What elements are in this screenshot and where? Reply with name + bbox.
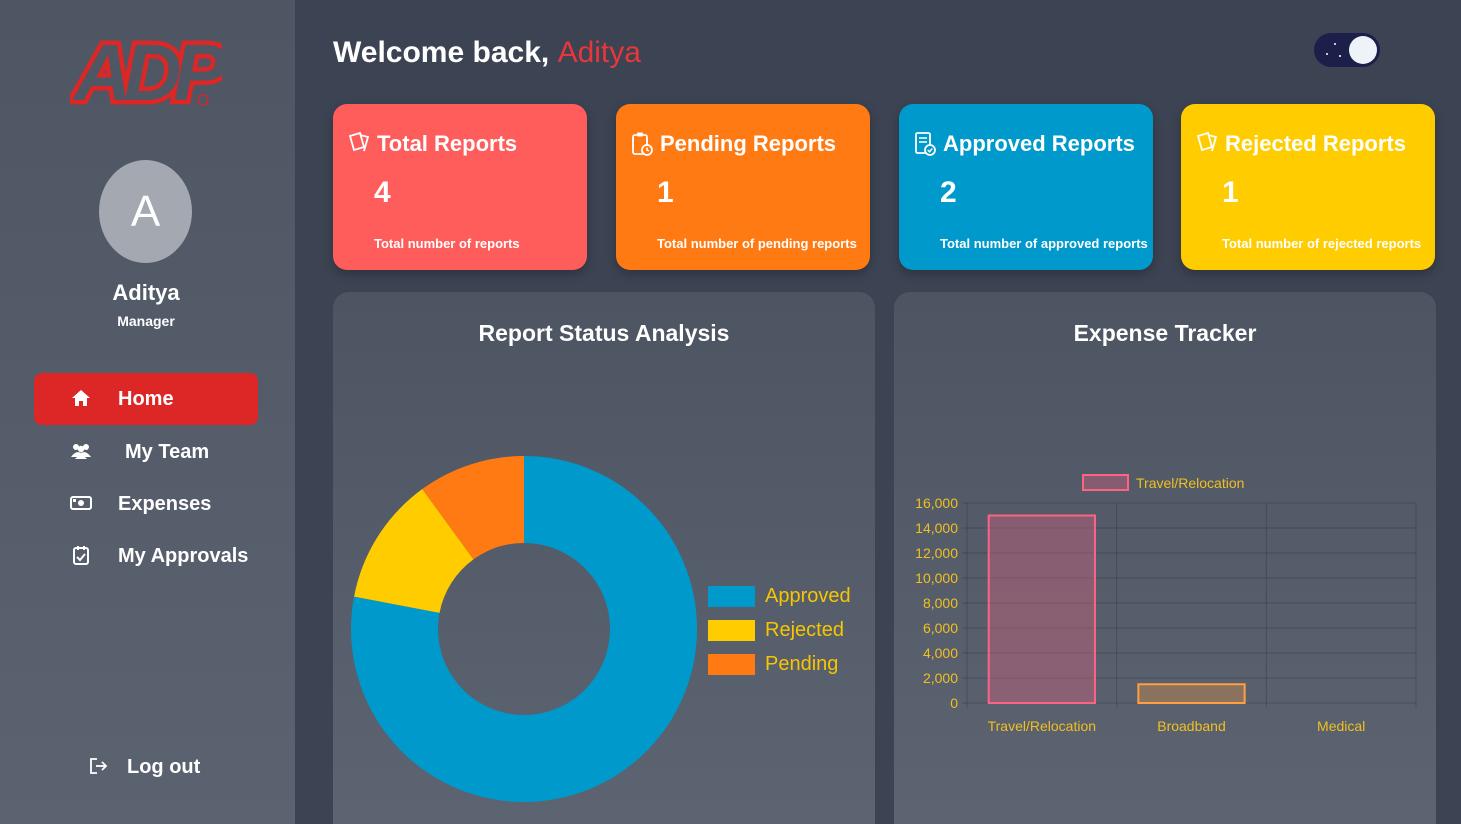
welcome-prefix: Welcome back, bbox=[333, 36, 550, 69]
svg-text:ADP: ADP bbox=[72, 28, 222, 110]
legend-swatch bbox=[708, 586, 755, 607]
legend-swatch bbox=[708, 654, 755, 675]
card-approved-reports[interactable]: Approved Reports 2 Total number of appro… bbox=[899, 104, 1153, 270]
donut-chart bbox=[351, 456, 697, 802]
x-tick-label: Broadband bbox=[1157, 718, 1226, 734]
card-description: Total number of reports bbox=[374, 236, 520, 251]
adp-logo[interactable]: ADP ADP bbox=[70, 28, 222, 110]
card-pending-reports[interactable]: Pending Reports 1 Total number of pendin… bbox=[616, 104, 870, 270]
y-tick-label: 16,000 bbox=[915, 495, 958, 511]
clipboard-clock-icon bbox=[632, 132, 653, 156]
legend-label: Pending bbox=[765, 653, 839, 675]
y-tick-label: 6,000 bbox=[923, 620, 958, 636]
card-value: 2 bbox=[940, 176, 957, 209]
user-role: Manager bbox=[117, 313, 175, 329]
report-status-panel: Report Status Analysis Approved Rejected… bbox=[333, 292, 875, 824]
sidebar: ADP ADP A Aditya Manager Home My Team Ex… bbox=[0, 0, 295, 824]
theme-toggle[interactable] bbox=[1314, 33, 1380, 67]
tickets-icon bbox=[348, 131, 370, 152]
nav-label: My Team bbox=[125, 440, 210, 463]
welcome-name: Aditya bbox=[557, 36, 641, 69]
y-tick-label: 4,000 bbox=[923, 645, 958, 661]
card-title: Total Reports bbox=[377, 131, 518, 156]
nav-label: Expenses bbox=[118, 492, 212, 515]
y-tick-label: 8,000 bbox=[923, 595, 958, 611]
card-title: Pending Reports bbox=[660, 131, 837, 156]
legend-swatch bbox=[708, 620, 755, 641]
home-icon bbox=[72, 390, 90, 406]
y-tick-label: 2,000 bbox=[923, 670, 958, 686]
card-description: Total number of rejected reports bbox=[1222, 236, 1422, 251]
x-tick-label: Travel/Relocation bbox=[988, 718, 1096, 734]
nav-item-my-approvals[interactable]: My Approvals bbox=[34, 530, 258, 582]
card-description: Total number of approved reports bbox=[940, 236, 1148, 251]
user-name: Aditya bbox=[112, 280, 180, 305]
legend-item-rejected[interactable]: Rejected bbox=[708, 619, 844, 642]
card-description: Total number of pending reports bbox=[657, 236, 857, 251]
nav-item-my-team[interactable]: My Team bbox=[34, 426, 258, 478]
bar-broadband[interactable] bbox=[1137, 683, 1246, 704]
moon-icon bbox=[1349, 36, 1377, 64]
legend-item-pending[interactable]: Pending bbox=[708, 653, 838, 676]
legend-item-approved[interactable]: Approved bbox=[708, 585, 851, 608]
page-title: Welcome back, Aditya bbox=[333, 36, 641, 70]
tickets-icon bbox=[1196, 131, 1218, 152]
card-total-reports[interactable]: Total Reports 4 Total number of reports bbox=[333, 104, 587, 270]
card-value: 1 bbox=[1222, 176, 1239, 209]
nav-item-home[interactable]: Home bbox=[34, 373, 258, 425]
bar-travel-relocation[interactable] bbox=[987, 514, 1096, 704]
star-decoration bbox=[1334, 43, 1336, 45]
legend-label: Rejected bbox=[765, 619, 844, 641]
logout-label: Log out bbox=[127, 755, 201, 778]
document-check-icon bbox=[915, 132, 936, 156]
y-tick-label: 14,000 bbox=[915, 520, 958, 536]
y-tick-label: 10,000 bbox=[915, 570, 958, 586]
money-icon bbox=[70, 496, 92, 510]
nav-label: My Approvals bbox=[118, 544, 249, 567]
card-title: Approved Reports bbox=[943, 131, 1135, 156]
card-title: Rejected Reports bbox=[1225, 131, 1406, 156]
nav-item-expenses[interactable]: Expenses bbox=[34, 478, 258, 530]
y-tick-label: 12,000 bbox=[915, 545, 958, 561]
x-tick-label: Medical bbox=[1317, 718, 1365, 734]
y-tick-label: 0 bbox=[950, 695, 958, 711]
star-decoration bbox=[1326, 53, 1328, 55]
legend-label: Approved bbox=[765, 585, 851, 607]
avatar: A bbox=[99, 160, 192, 263]
calendar-check-icon bbox=[73, 546, 89, 565]
nav-label: Home bbox=[118, 387, 174, 410]
card-rejected-reports[interactable]: Rejected Reports 1 Total number of rejec… bbox=[1181, 104, 1435, 270]
card-value: 4 bbox=[374, 176, 391, 209]
bar-chart: 0 2,000 4,000 6,000 8,000 10,000 12,000 14,000 1… bbox=[915, 495, 1417, 734]
logout-icon bbox=[90, 758, 108, 774]
expense-tracker-panel: Expense Tracker Travel/Relocation 0 2,000… bbox=[894, 292, 1436, 824]
star-decoration bbox=[1339, 55, 1341, 57]
card-value: 1 bbox=[657, 176, 674, 209]
team-icon bbox=[71, 444, 91, 459]
logout-button[interactable]: Log out bbox=[88, 750, 228, 784]
